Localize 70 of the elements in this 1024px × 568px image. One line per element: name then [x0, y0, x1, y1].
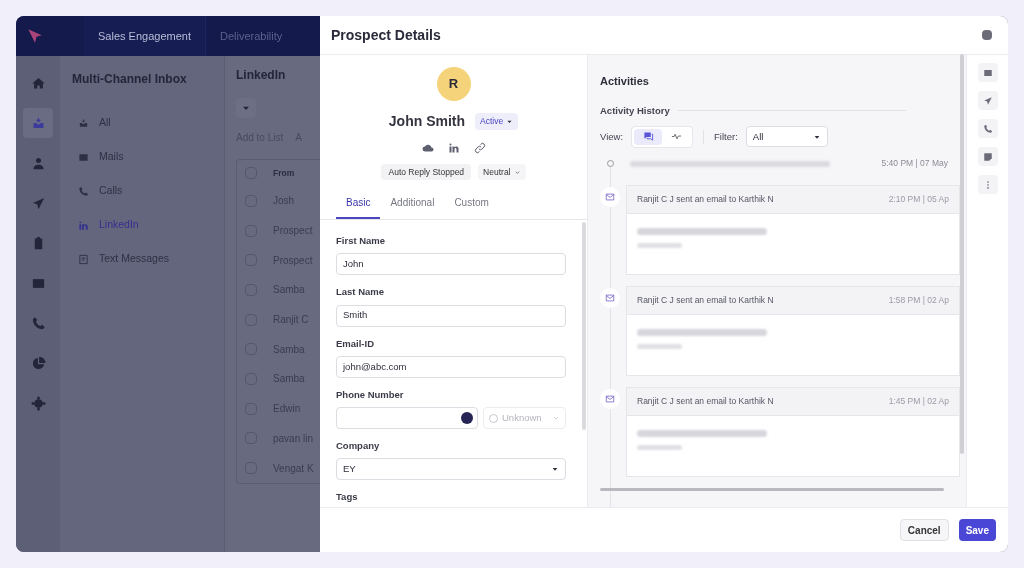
field-label: Last Name — [336, 285, 386, 300]
dialog-title: Prospect Details — [331, 25, 441, 45]
prospect-name: John Smith — [388, 112, 466, 131]
phone-icon — [30, 315, 46, 331]
input-field[interactable]: John — [336, 253, 566, 276]
event-time: 5:40 PM | 07 May — [881, 157, 948, 171]
note-icon — [982, 151, 993, 162]
activity-summary: Ranjit C J sent an email to Karthik N — [637, 394, 774, 408]
cancel-button[interactable]: Cancel — [899, 519, 949, 541]
action-button[interactable] — [977, 63, 998, 82]
logo-icon — [26, 27, 44, 45]
status-chip: Auto Reply Stopped — [381, 164, 472, 180]
activity-time: 2:10 PM | 05 Ap — [888, 192, 949, 206]
column-header: From — [273, 166, 295, 180]
tab[interactable]: Basic — [336, 195, 381, 219]
filter-dropdown[interactable]: All — [745, 126, 828, 148]
phone-icon — [982, 123, 993, 134]
blurred-text — [637, 444, 682, 450]
pie-chart-icon — [30, 355, 46, 371]
filter-button[interactable] — [236, 98, 256, 118]
panel-title: LinkedIn — [236, 67, 287, 84]
avatar: R — [436, 67, 471, 101]
caret-icon — [506, 118, 514, 125]
nav-button[interactable] — [23, 108, 53, 138]
field-label: Company — [336, 439, 381, 453]
company-dropdown[interactable]: EY — [336, 458, 566, 481]
nav-tab[interactable]: Sales Engagement — [84, 16, 205, 56]
save-button[interactable]: Save — [958, 519, 996, 541]
activity-time: 1:58 PM | 02 Ap — [888, 293, 949, 307]
status-dropdown[interactable]: Active — [475, 113, 519, 130]
blurred-text — [637, 242, 682, 248]
field-label: Phone Number — [336, 387, 405, 402]
chevron-icon — [513, 168, 521, 176]
chat-icon — [642, 131, 654, 143]
action-button[interactable] — [977, 119, 998, 138]
input-field[interactable]: john@abc.com — [336, 355, 566, 378]
message-icon — [78, 253, 89, 265]
scrollbar[interactable] — [600, 488, 944, 491]
view-toggle[interactable] — [634, 128, 663, 145]
input-field[interactable]: Smith — [336, 304, 566, 327]
chevron-icon — [552, 414, 560, 422]
linkedin-icon — [78, 219, 89, 231]
tab[interactable]: Custom — [444, 195, 499, 219]
activity-summary: Ranjit C J sent an email to Karthik N — [637, 192, 774, 206]
panel-title: Multi-Channel Inbox — [72, 71, 188, 88]
linkedin-icon[interactable] — [447, 142, 460, 154]
paper-plane-icon — [982, 95, 993, 106]
inbox-icon — [78, 117, 89, 129]
settings-icon — [30, 395, 46, 411]
phone-input[interactable] — [336, 407, 478, 429]
action-button[interactable] — [977, 91, 998, 110]
action-button[interactable] — [977, 147, 998, 166]
blurred-text — [637, 343, 682, 349]
phone-icon — [78, 185, 89, 197]
sentiment-dropdown[interactable]: Neutral — [478, 164, 526, 180]
link-icon[interactable] — [473, 142, 486, 154]
scrollbar[interactable] — [960, 53, 964, 454]
field-label: Tags — [336, 490, 359, 505]
cloud-icon[interactable] — [421, 142, 434, 154]
home-icon — [30, 75, 46, 91]
tab[interactable]: Additional — [380, 195, 445, 219]
activity-summary: Ranjit C J sent an email to Karthik N — [637, 293, 774, 307]
filter-label: Filter: — [714, 129, 738, 144]
field-label: Email-ID — [336, 336, 375, 351]
activity-time: 1:45 PM | 02 Ap — [888, 394, 949, 408]
section-title: Activities — [600, 74, 650, 89]
view-label: View: — [600, 129, 624, 144]
close-icon[interactable] — [982, 30, 992, 40]
section-subtitle: Activity History — [600, 103, 670, 118]
field-label: First Name — [336, 234, 387, 248]
